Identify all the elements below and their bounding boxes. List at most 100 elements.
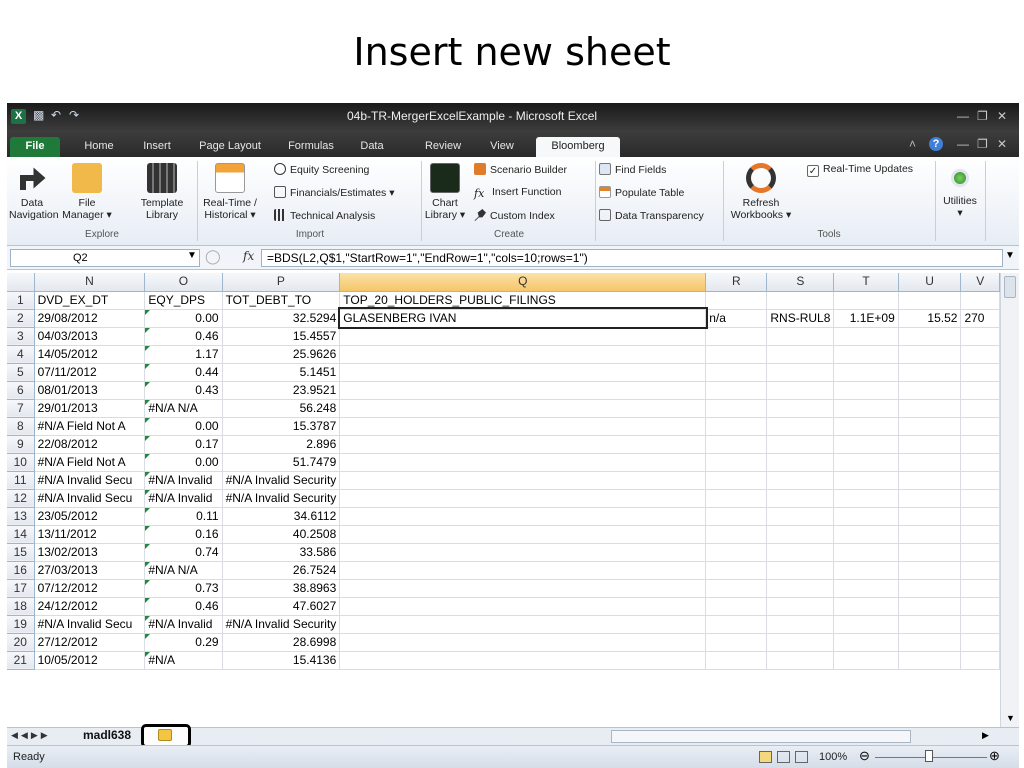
cell-n[interactable]: 14/05/2012 <box>34 345 146 364</box>
cell-u[interactable] <box>898 399 962 418</box>
cell-n[interactable]: 27/03/2013 <box>34 561 146 580</box>
cell-q[interactable] <box>339 417 707 436</box>
tab-insert[interactable]: Insert <box>137 137 177 157</box>
find-fields-button[interactable]: Find Fields <box>599 163 666 176</box>
data-transparency-button[interactable]: Data Transparency <box>599 209 704 222</box>
cell-u[interactable]: 15.52 <box>898 309 962 328</box>
cell-n[interactable]: 07/11/2012 <box>34 363 146 382</box>
cell-r[interactable] <box>705 345 768 364</box>
cell-p[interactable]: 15.4557 <box>222 327 341 346</box>
cell-o[interactable]: EQY_DPS <box>144 291 223 310</box>
cell-s[interactable] <box>766 453 835 472</box>
cell-p[interactable]: 5.1451 <box>222 363 341 382</box>
cell-t[interactable] <box>833 633 899 652</box>
formula-input[interactable]: =BDS(L2,Q$1,"StartRow=1","EndRow=1","col… <box>261 249 1003 267</box>
cell-p[interactable]: 15.3787 <box>222 417 341 436</box>
cell-r[interactable] <box>705 435 768 454</box>
custom-index-button[interactable]: Custom Index <box>474 209 555 222</box>
cell-n[interactable]: DVD_EX_DT <box>34 291 146 310</box>
cell-o[interactable]: #N/A Invalid <box>144 615 223 634</box>
insert-function-button[interactable]: fx Insert Function <box>474 186 561 200</box>
cell-r[interactable] <box>705 453 768 472</box>
cell-q[interactable] <box>339 363 707 382</box>
row-header[interactable]: 2 <box>7 309 35 328</box>
cell-v[interactable] <box>960 489 1000 508</box>
cell-v[interactable] <box>960 543 1000 562</box>
doc-minimize-icon[interactable]: — <box>957 137 969 151</box>
cell-q[interactable] <box>339 615 707 634</box>
cell-s[interactable] <box>766 615 835 634</box>
cell-p[interactable]: 26.7524 <box>222 561 341 580</box>
column-header[interactable]: V <box>960 273 1000 292</box>
name-box-dropdown-icon[interactable]: ▼ <box>187 250 197 261</box>
cell-u[interactable] <box>898 579 962 598</box>
cell-n[interactable]: 13/02/2013 <box>34 543 146 562</box>
cell-n[interactable]: #N/A Field Not A <box>34 453 146 472</box>
cell-t[interactable] <box>833 453 899 472</box>
close-icon[interactable]: ✕ <box>997 109 1007 123</box>
cell-u[interactable] <box>898 651 962 670</box>
cell-n[interactable]: 13/11/2012 <box>34 525 146 544</box>
cell-v[interactable] <box>960 615 1000 634</box>
formula-cancel-icon[interactable]: ◯ <box>205 248 221 265</box>
help-icon[interactable]: ? <box>929 137 943 151</box>
template-library-button[interactable]: Template Library <box>135 163 189 221</box>
row-header[interactable]: 21 <box>7 651 35 670</box>
cell-s[interactable] <box>766 363 835 382</box>
cell-p[interactable]: 33.586 <box>222 543 341 562</box>
cell-u[interactable] <box>898 471 962 490</box>
horizontal-scrollbar[interactable] <box>611 730 911 743</box>
tab-data[interactable]: Data <box>357 137 387 157</box>
zoom-out-icon[interactable]: ⊖ <box>859 748 870 764</box>
cell-r[interactable] <box>705 489 768 508</box>
cell-n[interactable]: 10/05/2012 <box>34 651 146 670</box>
cell-p[interactable]: #N/A Invalid Security <box>222 489 341 508</box>
row-header[interactable]: 10 <box>7 453 35 472</box>
cell-u[interactable] <box>898 417 962 436</box>
cell-t[interactable] <box>833 291 899 310</box>
cell-p[interactable]: 32.5294 <box>222 309 341 328</box>
cell-r[interactable] <box>705 327 768 346</box>
cell-v[interactable] <box>960 399 1000 418</box>
cell-q[interactable] <box>339 651 707 670</box>
cell-p[interactable]: 38.8963 <box>222 579 341 598</box>
cell-s[interactable]: RNS-RUL8 <box>766 309 835 328</box>
cell-p[interactable]: 47.6027 <box>222 597 341 616</box>
technical-analysis-button[interactable]: Technical Analysis <box>274 209 375 222</box>
cell-r[interactable] <box>705 597 768 616</box>
cell-p[interactable]: 2.896 <box>222 435 341 454</box>
cell-v[interactable] <box>960 363 1000 382</box>
column-header[interactable]: T <box>833 273 899 292</box>
row-header[interactable]: 4 <box>7 345 35 364</box>
cell-v[interactable] <box>960 471 1000 490</box>
cell-p[interactable]: 51.7479 <box>222 453 341 472</box>
row-header[interactable]: 11 <box>7 471 35 490</box>
cell-o[interactable]: #N/A N/A <box>144 399 223 418</box>
cell-v[interactable] <box>960 579 1000 598</box>
cell-p[interactable]: 15.4136 <box>222 651 341 670</box>
cell-v[interactable] <box>960 453 1000 472</box>
cell-t[interactable] <box>833 651 899 670</box>
cell-n[interactable]: #N/A Invalid Secu <box>34 471 146 490</box>
cell-s[interactable] <box>766 633 835 652</box>
cell-t[interactable] <box>833 435 899 454</box>
cell-s[interactable] <box>766 597 835 616</box>
cell-o[interactable]: 0.00 <box>144 309 223 328</box>
cell-v[interactable] <box>960 633 1000 652</box>
realtime-historical-button[interactable]: Real-Time / Historical ▾ <box>199 163 261 221</box>
cell-n[interactable]: #N/A Field Not A <box>34 417 146 436</box>
cell-u[interactable] <box>898 489 962 508</box>
cell-n[interactable]: 24/12/2012 <box>34 597 146 616</box>
tab-home[interactable]: Home <box>79 137 119 157</box>
cell-u[interactable] <box>898 381 962 400</box>
scroll-down-icon[interactable]: ▼ <box>1006 713 1015 723</box>
cell-p[interactable]: 28.6998 <box>222 633 341 652</box>
cell-r[interactable]: n/a <box>705 309 768 328</box>
cell-r[interactable] <box>705 579 768 598</box>
row-header[interactable]: 7 <box>7 399 35 418</box>
cell-q[interactable] <box>339 579 707 598</box>
cell-r[interactable] <box>705 363 768 382</box>
cell-v[interactable] <box>960 507 1000 526</box>
sheet-tab-madl638[interactable]: madl638 <box>75 728 139 742</box>
cell-t[interactable] <box>833 597 899 616</box>
